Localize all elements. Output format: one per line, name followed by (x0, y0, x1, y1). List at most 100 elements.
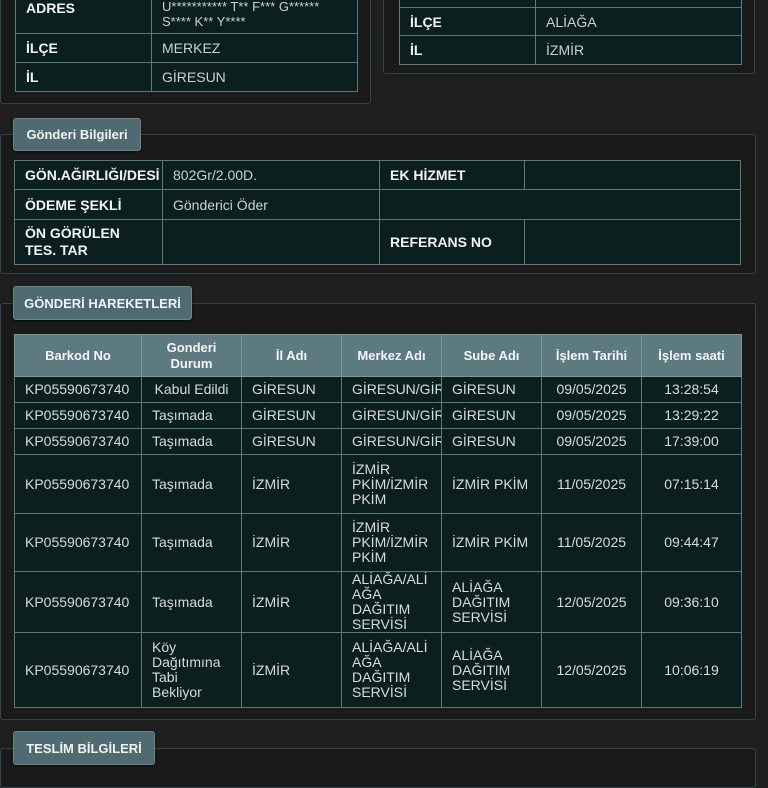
cell-status: Kabul Edildi (141, 376, 242, 403)
cell-province: İZMİR (241, 632, 342, 708)
receiver-spacer-row (399, 0, 742, 8)
sender-address-table: ADRES U*********** T** F*** G****** S***… (15, 0, 358, 92)
cell-time: 09:36:10 (641, 571, 742, 633)
table-row: KP05590673740 Kabul Edildi GİRESUN GİRES… (14, 376, 742, 403)
cell-date: 12/05/2025 (541, 632, 642, 708)
extra-service-label: EK HİZMET (379, 160, 525, 190)
cell-time: 13:29:22 (641, 402, 742, 429)
sender-province-row: İL GİRESUN (15, 62, 358, 92)
receiver-top-cell (399, 0, 536, 8)
cell-time: 17:39:00 (641, 428, 742, 455)
cell-branch: GİRESUN (441, 402, 542, 429)
sender-address-panel: ADRES U*********** T** F*** G****** S***… (0, 0, 371, 104)
cell-province: GİRESUN (241, 402, 342, 429)
sender-address-label: ADRES (15, 0, 152, 34)
cell-date: 11/05/2025 (541, 513, 642, 572)
cell-status: Taşımada (141, 428, 242, 455)
receiver-address-panel: İLÇE ALİAĞA İL İZMİR (383, 0, 755, 74)
delivery-info-tab[interactable]: TESLİM BİLGİLERİ (13, 731, 155, 765)
cell-center: İZMİR PKİM/İZMİR PKİM (341, 454, 442, 514)
cell-branch: ALİAĞA DAĞITIM SERVİSİ (441, 632, 542, 708)
cell-barcode: KP05590673740 (14, 402, 142, 429)
cell-time: 13:28:54 (641, 376, 742, 403)
cell-branch: GİRESUN (441, 428, 542, 455)
cell-barcode: KP05590673740 (14, 513, 142, 572)
shipment-row-eta: ÖN GÖRÜLEN TES. TAR REFERANS NO (14, 219, 741, 265)
receiver-district-row: İLÇE ALİAĞA (399, 7, 742, 36)
cell-branch: İZMİR PKİM (441, 454, 542, 514)
receiver-province-row: İL İZMİR (399, 35, 742, 65)
cell-barcode: KP05590673740 (14, 571, 142, 633)
sender-district-label: İLÇE (15, 33, 152, 63)
header-province[interactable]: İl Adı (241, 334, 342, 377)
receiver-province-label: İL (399, 35, 536, 65)
header-center[interactable]: Merkez Adı (341, 334, 442, 377)
table-row: KP05590673740 Köy Dağıtımına Tabi Bekliy… (14, 632, 742, 708)
receiver-district-label: İLÇE (399, 7, 536, 36)
cell-center: GİRESUN/GİRESUN (341, 428, 442, 455)
sender-province-label: İL (15, 62, 152, 92)
cell-date: 09/05/2025 (541, 428, 642, 455)
cell-status: Köy Dağıtımına Tabi Bekliyor (141, 632, 242, 708)
sender-province-value: GİRESUN (151, 62, 358, 92)
cell-barcode: KP05590673740 (14, 454, 142, 514)
table-row: KP05590673740 Taşımada İZMİR İZMİR PKİM/… (14, 513, 742, 572)
cell-date: 11/05/2025 (541, 454, 642, 514)
cell-province: İZMİR (241, 513, 342, 572)
header-time[interactable]: İşlem saati (641, 334, 742, 377)
extra-service-value (524, 160, 741, 190)
header-date[interactable]: İşlem Tarihi (541, 334, 642, 377)
weight-value: 802Gr/2.00D. (162, 160, 380, 190)
cell-branch: İZMİR PKİM (441, 513, 542, 572)
sender-district-value: MERKEZ (151, 33, 358, 63)
cell-barcode: KP05590673740 (14, 376, 142, 403)
payment-empty-cell (379, 189, 741, 220)
weight-label: GÖN.AĞIRLIĞI/DESİ (14, 160, 163, 190)
cell-barcode: KP05590673740 (14, 428, 142, 455)
header-barcode[interactable]: Barkod No (14, 334, 142, 377)
header-status[interactable]: Gonderi Durum (141, 334, 242, 377)
shipment-info-tab[interactable]: Gönderi Bilgileri (13, 118, 141, 151)
cell-time: 07:15:14 (641, 454, 742, 514)
cell-date: 12/05/2025 (541, 571, 642, 633)
receiver-district-value: ALİAĞA (535, 7, 742, 36)
cell-center: ALİAĞA/ALİAĞA DAĞITIM SERVİSİ (341, 571, 442, 633)
cell-status: Taşımada (141, 571, 242, 633)
cell-time: 10:06:19 (641, 632, 742, 708)
sender-address-value: U*********** T** F*** G****** S**** K** … (151, 0, 358, 34)
shipment-row-payment: ÖDEME ŞEKLİ Gönderici Öder (14, 189, 741, 220)
cell-status: Taşımada (141, 513, 242, 572)
receiver-address-table: İLÇE ALİAĞA İL İZMİR (399, 0, 742, 65)
cell-province: GİRESUN (241, 376, 342, 403)
reference-value (524, 219, 741, 265)
header-branch[interactable]: Sube Adı (441, 334, 542, 377)
cell-date: 09/05/2025 (541, 376, 642, 403)
shipment-movements-table: Barkod No Gonderi Durum İl Adı Merkez Ad… (14, 334, 742, 708)
payment-value: Gönderici Öder (162, 189, 380, 220)
shipment-movements-tab[interactable]: GÖNDERİ HAREKETLERİ (13, 286, 192, 320)
shipment-info-table: GÖN.AĞIRLIĞI/DESİ 802Gr/2.00D. EK HİZMET… (14, 160, 741, 265)
payment-label: ÖDEME ŞEKLİ (14, 189, 163, 220)
cell-time: 09:44:47 (641, 513, 742, 572)
table-row: KP05590673740 Taşımada İZMİR İZMİR PKİM/… (14, 454, 742, 514)
receiver-province-value: İZMİR (535, 35, 742, 65)
sender-district-row: İLÇE MERKEZ (15, 33, 358, 63)
movements-header-row: Barkod No Gonderi Durum İl Adı Merkez Ad… (14, 334, 742, 377)
cell-center: GİRESUN/GİRESUN (341, 376, 442, 403)
cell-status: Taşımada (141, 402, 242, 429)
table-row: KP05590673740 Taşımada GİRESUN GİRESUN/G… (14, 428, 742, 455)
eta-value (162, 219, 380, 265)
cell-status: Taşımada (141, 454, 242, 514)
shipment-row-weight: GÖN.AĞIRLIĞI/DESİ 802Gr/2.00D. EK HİZMET (14, 160, 741, 190)
cell-barcode: KP05590673740 (14, 632, 142, 708)
reference-label: REFERANS NO (379, 219, 525, 265)
sender-address-row: ADRES U*********** T** F*** G****** S***… (15, 0, 358, 34)
eta-label: ÖN GÖRÜLEN TES. TAR (14, 219, 163, 265)
cell-province: GİRESUN (241, 428, 342, 455)
cell-province: İZMİR (241, 454, 342, 514)
cell-branch: GİRESUN (441, 376, 542, 403)
cell-center: İZMİR PKİM/İZMİR PKİM (341, 513, 442, 572)
cell-date: 09/05/2025 (541, 402, 642, 429)
table-row: KP05590673740 Taşımada GİRESUN GİRESUN/G… (14, 402, 742, 429)
cell-branch: ALİAĞA DAĞITIM SERVİSİ (441, 571, 542, 633)
